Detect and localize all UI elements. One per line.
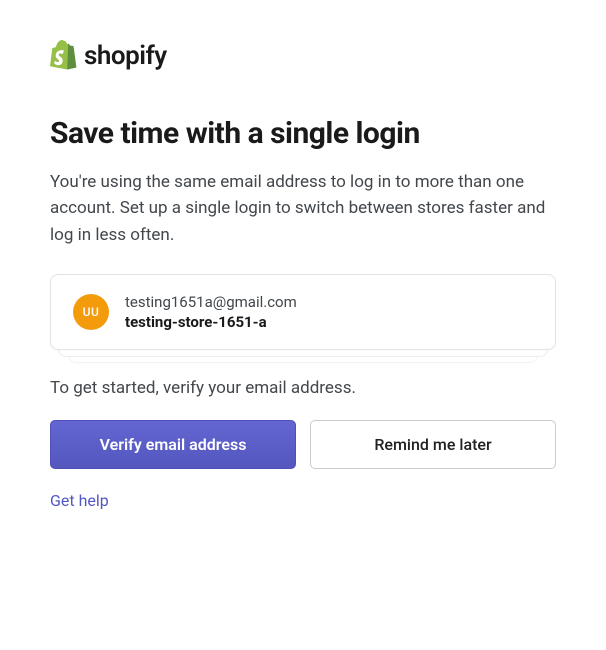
get-help-link[interactable]: Get help — [50, 491, 109, 510]
account-info: testing1651a@gmail.com testing-store-165… — [125, 293, 297, 331]
page-description: You're using the same email address to l… — [50, 169, 556, 248]
avatar: UU — [73, 294, 109, 330]
remind-later-button[interactable]: Remind me later — [310, 420, 556, 469]
account-card[interactable]: UU testing1651a@gmail.com testing-store-… — [50, 274, 556, 350]
account-card-stack: UU testing1651a@gmail.com testing-store-… — [50, 274, 556, 350]
shopify-bag-icon — [50, 40, 78, 72]
button-row: Verify email address Remind me later — [50, 420, 556, 469]
account-email: testing1651a@gmail.com — [125, 293, 297, 311]
instruction-text: To get started, verify your email addres… — [50, 378, 556, 398]
verify-email-button[interactable]: Verify email address — [50, 420, 296, 469]
page-heading: Save time with a single login — [50, 116, 556, 151]
brand-name: shopify — [84, 41, 167, 71]
account-store-name: testing-store-1651-a — [125, 313, 297, 331]
brand-logo: shopify — [50, 40, 556, 72]
